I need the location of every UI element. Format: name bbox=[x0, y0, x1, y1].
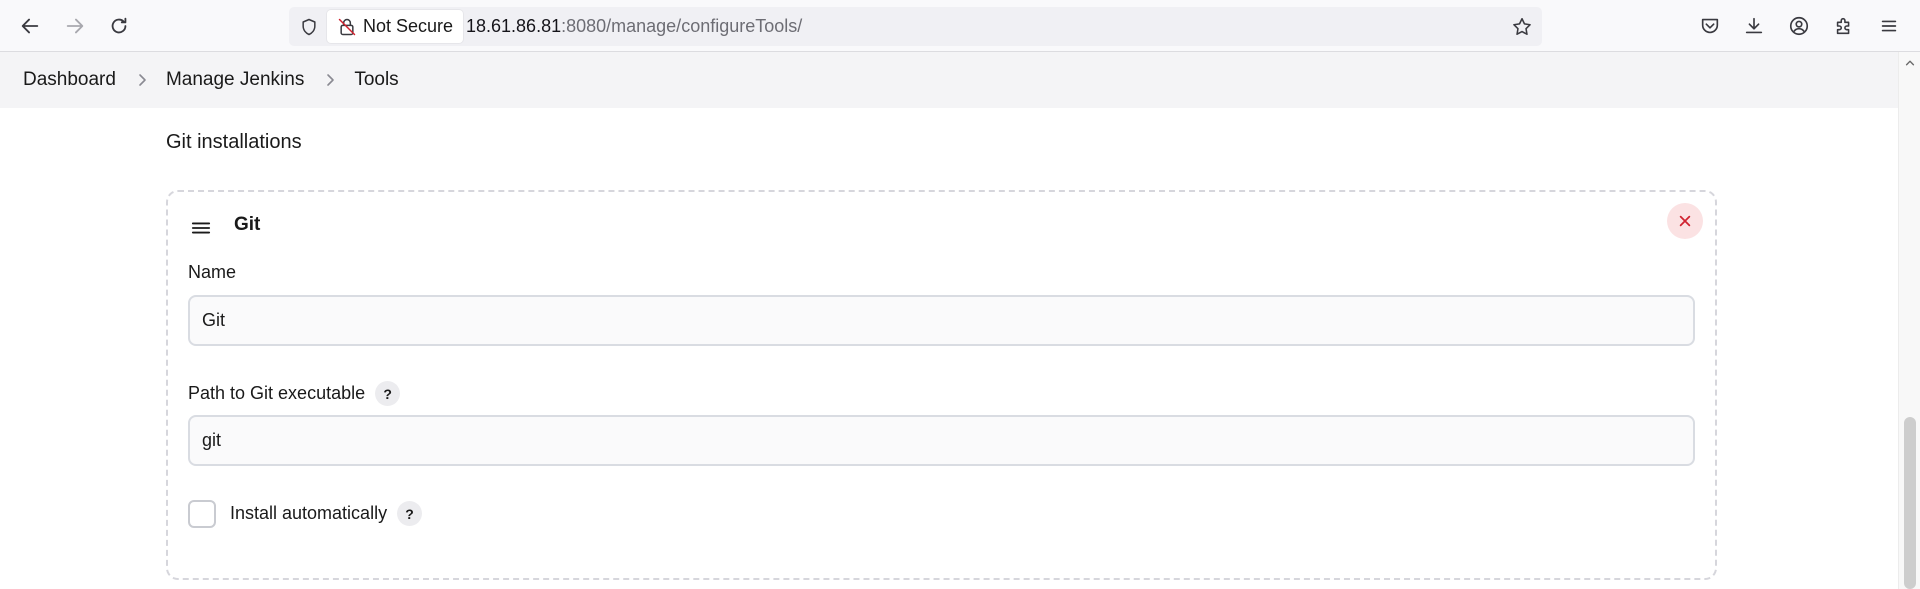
forward-icon bbox=[66, 18, 84, 34]
breadcrumb-tools[interactable]: Tools bbox=[354, 69, 398, 91]
drag-handle-icon[interactable] bbox=[190, 217, 212, 239]
path-label-text: Path to Git executable bbox=[188, 383, 366, 403]
path-input[interactable] bbox=[188, 415, 1695, 466]
downloads-button[interactable] bbox=[1736, 8, 1772, 44]
page-scrollbar[interactable] bbox=[1898, 52, 1920, 589]
account-icon bbox=[1789, 16, 1809, 36]
forward-button[interactable] bbox=[57, 8, 93, 44]
security-indicator[interactable]: Not Secure bbox=[327, 10, 464, 43]
extensions-icon bbox=[1836, 17, 1850, 35]
install-automatically-checkbox[interactable] bbox=[188, 500, 216, 528]
downloads-icon bbox=[1745, 17, 1763, 34]
name-label-text: Name bbox=[188, 262, 237, 282]
url-text[interactable]: 18.61.86.81:8080/manage/configureTools/ bbox=[466, 7, 802, 46]
reload-icon bbox=[111, 17, 127, 34]
name-label: Name bbox=[188, 262, 236, 283]
menu-icon bbox=[1881, 20, 1897, 32]
chevron-right-icon bbox=[324, 73, 338, 87]
back-button[interactable] bbox=[12, 8, 48, 44]
url-bar[interactable]: Not Secure 18.61.86.81:8080/manage/confi… bbox=[289, 7, 1542, 46]
card-title: Git bbox=[234, 214, 261, 235]
close-icon bbox=[1678, 214, 1692, 228]
delete-installation-button[interactable] bbox=[1667, 203, 1703, 239]
pocket-icon bbox=[1701, 18, 1719, 34]
breadcrumb-manage-jenkins[interactable]: Manage Jenkins bbox=[166, 69, 304, 91]
path-label: Path to Git executable ? bbox=[188, 381, 401, 406]
install-automatically-label: Install automatically ? bbox=[230, 501, 423, 526]
url-path: :8080/manage/configureTools/ bbox=[561, 16, 803, 36]
breadcrumb-dashboard[interactable]: Dashboard bbox=[23, 69, 116, 91]
back-icon bbox=[21, 18, 39, 34]
pocket-button[interactable] bbox=[1692, 8, 1728, 44]
breadcrumb: Dashboard Manage Jenkins Tools bbox=[0, 52, 1898, 108]
name-input[interactable] bbox=[188, 295, 1695, 346]
url-host: 18.61.86.81 bbox=[466, 16, 562, 36]
git-installation-card: Git Name Path to Git executable ? Instal… bbox=[166, 190, 1717, 580]
scroll-up-icon[interactable] bbox=[1903, 56, 1917, 70]
insecure-lock-icon bbox=[337, 17, 357, 37]
security-label: Not Secure bbox=[363, 16, 454, 36]
path-help-button[interactable]: ? bbox=[375, 381, 401, 406]
bookmark-star-icon[interactable] bbox=[1510, 15, 1534, 39]
account-button[interactable] bbox=[1781, 8, 1817, 44]
shield-icon[interactable] bbox=[297, 15, 321, 39]
menu-button[interactable] bbox=[1871, 8, 1907, 44]
install-help-button[interactable]: ? bbox=[397, 501, 423, 526]
install-label-text[interactable]: Install automatically bbox=[230, 503, 387, 524]
chevron-right-icon bbox=[136, 73, 150, 87]
extensions-button[interactable] bbox=[1826, 8, 1862, 44]
reload-button[interactable] bbox=[101, 8, 137, 44]
section-title: Git installations bbox=[166, 131, 302, 153]
browser-toolbar: Not Secure 18.61.86.81:8080/manage/confi… bbox=[0, 0, 1920, 52]
scrollbar-thumb[interactable] bbox=[1904, 417, 1916, 589]
